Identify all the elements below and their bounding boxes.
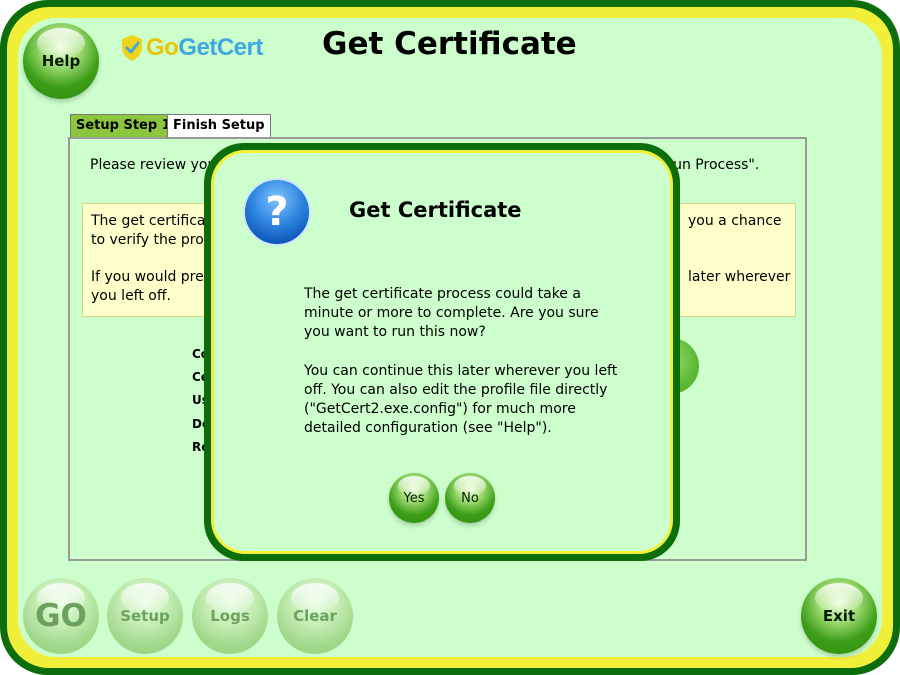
note-line-3-start: If you would pre bbox=[91, 269, 204, 285]
note-line-3-end: later wherever bbox=[688, 269, 791, 285]
dialog-border: ? Get Certificate The get certificate pr… bbox=[211, 150, 673, 554]
setup-button[interactable]: Setup bbox=[107, 578, 183, 654]
dialog-body: ? Get Certificate The get certificate pr… bbox=[214, 153, 670, 551]
gogetcert-logo: GoGetCert bbox=[120, 34, 263, 62]
go-button-label: GO bbox=[35, 598, 87, 634]
note-line-1-end: you a chance bbox=[688, 213, 782, 229]
note-line-2-start: to verify the proc bbox=[91, 232, 212, 248]
question-glyph: ? bbox=[265, 189, 289, 235]
no-button-label: No bbox=[461, 490, 479, 506]
confirm-dialog: ? Get Certificate The get certificate pr… bbox=[204, 143, 680, 561]
note-line-1-start: The get certificat bbox=[91, 213, 211, 229]
exit-button[interactable]: Exit bbox=[801, 578, 877, 654]
question-icon: ? bbox=[243, 178, 311, 246]
dialog-message-paragraph-1: The get certificate process could take a… bbox=[304, 286, 599, 341]
clear-button-label: Clear bbox=[293, 607, 337, 625]
clear-button[interactable]: Clear bbox=[277, 578, 353, 654]
yes-button-label: Yes bbox=[403, 490, 425, 506]
tab-finish-setup[interactable]: Finish Setup bbox=[167, 114, 271, 137]
dialog-message: The get certificate process could take a… bbox=[304, 285, 624, 457]
go-button[interactable]: GO bbox=[23, 578, 99, 654]
logo-text-getcert: GetCert bbox=[178, 34, 263, 61]
dialog-message-paragraph-2: You can continue this later wherever you… bbox=[304, 362, 618, 437]
logs-button-label: Logs bbox=[210, 607, 250, 625]
dialog-title: Get Certificate bbox=[349, 198, 522, 222]
setup-button-label: Setup bbox=[120, 607, 170, 625]
help-button[interactable]: Help bbox=[23, 23, 99, 99]
logo-text-go: Go bbox=[146, 34, 179, 61]
page-title: Get Certificate bbox=[322, 26, 577, 62]
tab-setup-step-1[interactable]: Setup Step 1. bbox=[70, 114, 182, 137]
yes-button[interactable]: Yes bbox=[389, 473, 439, 523]
exit-button-label: Exit bbox=[822, 607, 856, 625]
no-button[interactable]: No bbox=[445, 473, 495, 523]
shield-check-icon bbox=[122, 35, 142, 61]
logs-button[interactable]: Logs bbox=[192, 578, 268, 654]
help-button-label: Help bbox=[41, 52, 81, 70]
review-instruction-start: Please review your bbox=[90, 157, 223, 173]
note-line-4-start: you left off. bbox=[91, 288, 171, 304]
